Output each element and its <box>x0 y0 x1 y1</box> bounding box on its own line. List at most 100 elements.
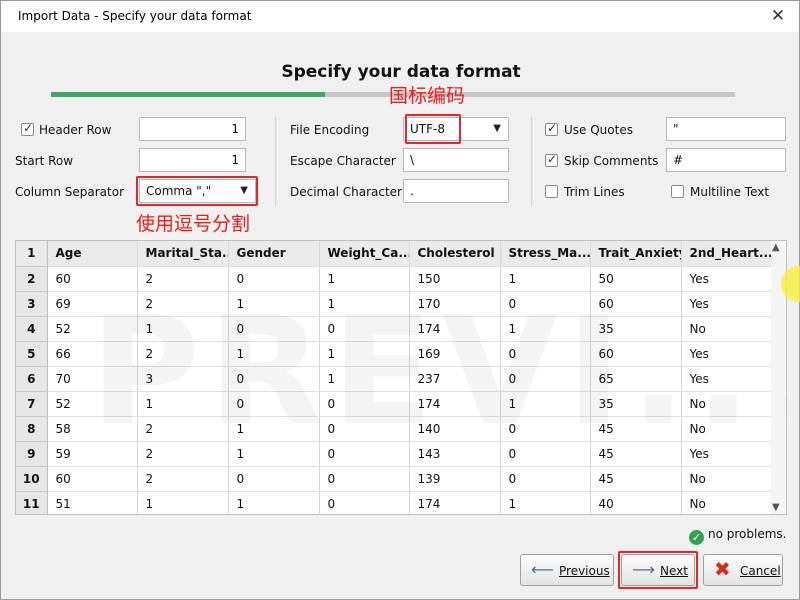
table-cell: No <box>681 391 772 417</box>
wizard-content: Specify your data format 国标编码 使用逗号分割 Hea… <box>9 34 793 594</box>
decimal-character-field[interactable]: . <box>403 179 509 203</box>
start-row-field[interactable]: 1 <box>139 148 246 172</box>
table-row: 2 60 2 0 1 150 1 50 Yes <box>16 266 772 292</box>
table-cell: 51 <box>47 491 138 514</box>
table-cell: Yes <box>681 291 772 317</box>
previous-button-label: Previous <box>559 564 610 578</box>
row-number: 6 <box>16 366 48 392</box>
table-cell: 0 <box>228 366 320 392</box>
table-cell: 0 <box>228 391 320 417</box>
table-cell: 1 <box>319 266 410 292</box>
table-cell: 1 <box>500 391 591 417</box>
table-cell: 0 <box>228 466 320 492</box>
scroll-up-icon[interactable]: ▲ <box>772 242 780 253</box>
column-header[interactable]: 2nd_Heart... <box>681 241 772 267</box>
table-cell: 35 <box>590 316 682 342</box>
column-header[interactable]: Trait_Anxiety <box>590 241 682 267</box>
escape-character-field[interactable]: \ <box>403 148 509 172</box>
table-row: 4 52 1 0 0 174 1 35 No <box>16 316 772 342</box>
table-cell: 0 <box>500 416 591 442</box>
table-cell: 2 <box>137 266 229 292</box>
table-cell: 60 <box>590 341 682 367</box>
table-cell: 1 <box>137 391 229 417</box>
table-cell: 40 <box>590 491 682 514</box>
cancel-button[interactable]: ✖ Cancel <box>703 554 783 586</box>
use-quotes-checkbox[interactable] <box>545 121 558 136</box>
separator-highlight-box <box>136 176 258 206</box>
table-cell: 0 <box>319 466 410 492</box>
divider <box>275 117 276 207</box>
import-data-dialog: Import Data - Specify your data format ✕… <box>0 0 800 600</box>
column-header[interactable]: Marital_Sta... <box>137 241 229 267</box>
header-row-label: Header Row <box>39 123 112 137</box>
table-row: 5 66 2 1 1 169 0 60 Yes <box>16 341 772 367</box>
table-cell: No <box>681 416 772 442</box>
table-cell: 70 <box>47 366 138 392</box>
row-number: 10 <box>16 466 48 492</box>
file-encoding-label: File Encoding <box>290 123 370 137</box>
status-message: no problems. <box>708 527 787 541</box>
table-cell: Yes <box>681 441 772 467</box>
table-cell: 45 <box>590 441 682 467</box>
use-quotes-field[interactable]: " <box>666 117 786 141</box>
column-header[interactable]: Stress_Ma... <box>500 241 591 267</box>
table-cell: 0 <box>500 366 591 392</box>
table-cell: 1 <box>500 491 591 514</box>
trim-lines-label: Trim Lines <box>564 185 625 199</box>
table-row: 3 69 2 1 1 170 0 60 Yes <box>16 291 772 317</box>
column-header[interactable]: Weight_Ca... <box>319 241 410 267</box>
table-cell: 1 <box>319 291 410 317</box>
next-highlight-box <box>618 551 698 589</box>
data-preview-table[interactable]: 1 Age Marital_Sta... Gender Weight_Ca... Chol… <box>15 240 787 515</box>
row-number: 8 <box>16 416 48 442</box>
previous-button[interactable]: ⟵ Previous <box>520 554 614 586</box>
close-icon[interactable]: ✕ <box>767 5 789 27</box>
table-cell: 2 <box>137 416 229 442</box>
skip-comments-checkbox[interactable] <box>545 152 558 167</box>
table-cell: 60 <box>47 266 138 292</box>
table-cell: 0 <box>319 391 410 417</box>
table-cell: 0 <box>500 291 591 317</box>
column-header[interactable]: Age <box>47 241 138 267</box>
page-title: Specify your data format <box>281 62 521 82</box>
table-cell: 140 <box>409 416 501 442</box>
row-number: 5 <box>16 341 48 367</box>
table-cell: 170 <box>409 291 501 317</box>
header-row-checkbox[interactable] <box>21 121 34 136</box>
table-cell: 60 <box>47 466 138 492</box>
table-cell: 0 <box>228 266 320 292</box>
scroll-down-icon[interactable]: ▼ <box>772 502 780 513</box>
table-row: 10 60 2 0 0 139 0 45 No <box>16 466 772 492</box>
table-cell: 237 <box>409 366 501 392</box>
window-title: Import Data - Specify your data format <box>18 9 252 23</box>
table-cell: 143 <box>409 441 501 467</box>
column-separator-label: Column Separator <box>15 185 125 199</box>
cancel-button-label: Cancel <box>740 564 781 578</box>
table-cell: 0 <box>228 316 320 342</box>
table-row: 11 51 1 1 0 174 1 40 No <box>16 491 772 514</box>
table-cell: 59 <box>47 441 138 467</box>
table-cell: No <box>681 316 772 342</box>
table-cell: 2 <box>137 441 229 467</box>
table-cell: 2 <box>137 341 229 367</box>
column-header[interactable]: Cholesterol <box>409 241 501 267</box>
table-cell: 174 <box>409 491 501 514</box>
table-cell: 52 <box>47 391 138 417</box>
table-cell: Yes <box>681 341 772 367</box>
red-x-icon: ✖ <box>714 557 731 581</box>
table-cell: 1 <box>137 491 229 514</box>
multiline-text-checkbox[interactable] <box>671 185 684 198</box>
table-cell: 169 <box>409 341 501 367</box>
validation-status: ✓ no problems. <box>689 527 786 545</box>
skip-comments-field[interactable]: # <box>666 148 786 172</box>
column-header[interactable]: Gender <box>228 241 320 267</box>
divider <box>531 117 532 207</box>
row-number: 11 <box>16 491 48 514</box>
table-cell: No <box>681 491 772 514</box>
trim-lines-checkbox[interactable] <box>545 185 558 198</box>
header-row-field[interactable]: 1 <box>139 117 246 141</box>
table-cell: Yes <box>681 266 772 292</box>
row-number: 1 <box>16 241 48 267</box>
table-cell: 1 <box>500 266 591 292</box>
table-cell: 60 <box>590 291 682 317</box>
